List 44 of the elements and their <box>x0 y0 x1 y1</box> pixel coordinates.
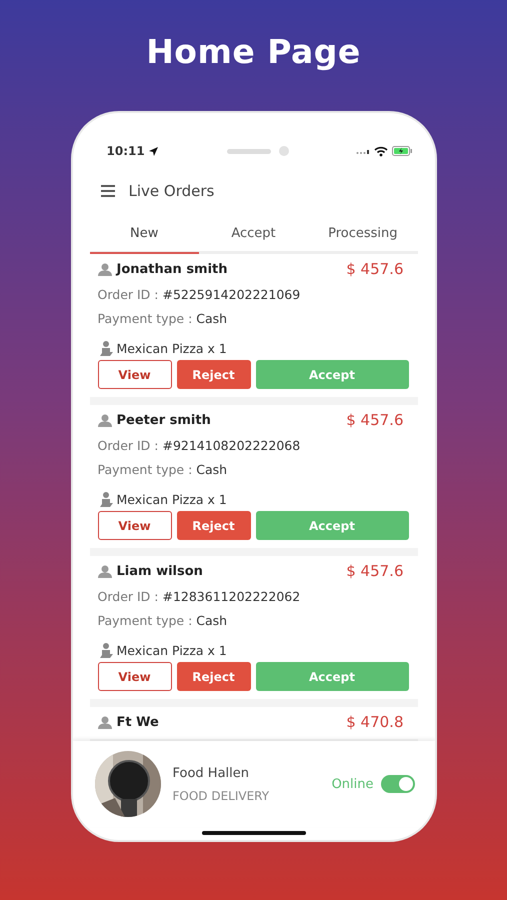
payment-type: Payment type : Cash <box>98 462 228 477</box>
store-subtitle: FOOD DELIVERY <box>172 788 270 802</box>
signal-icon <box>356 147 370 155</box>
menu-icon[interactable] <box>100 185 114 197</box>
payment-type: Payment type : Cash <box>98 613 228 628</box>
screen-title: Live Orders <box>128 182 214 200</box>
person-icon <box>98 564 112 578</box>
home-indicator-icon <box>202 831 306 835</box>
store-name: Food Hallen <box>172 766 250 780</box>
online-toggle[interactable] <box>380 775 414 793</box>
order-price: $ 457.6 <box>346 562 404 580</box>
payment-type: Payment type : Cash <box>98 311 228 326</box>
view-button[interactable]: View <box>98 360 172 389</box>
customer-name: Liam wilson <box>116 564 203 578</box>
view-button[interactable]: View <box>98 662 172 691</box>
order-item: Mexican Pizza x 1 <box>116 340 227 356</box>
camera-icon <box>278 146 289 156</box>
order-item: Mexican Pizza x 1 <box>116 642 227 658</box>
order-id: Order ID : #5225914202221069 <box>98 287 302 302</box>
order-item: Mexican Pizza x 1 <box>116 492 227 506</box>
order-price: $ 470.8 <box>346 713 404 731</box>
customer-name: Jonathan smith <box>116 262 228 276</box>
person-icon <box>98 413 112 427</box>
tab[interactable]: Processing <box>308 215 418 254</box>
online-status: Online <box>332 776 374 792</box>
person-icon <box>98 715 112 729</box>
person-icon <box>98 262 112 276</box>
tab[interactable]: Accept <box>198 215 308 254</box>
reject-button[interactable]: Reject <box>176 360 250 389</box>
page-title: Home Page <box>146 32 361 71</box>
order-id: Order ID : #9214108202222068 <box>98 438 302 453</box>
speaker-slot-icon <box>226 148 271 154</box>
customer-name: Peeter smith <box>116 412 211 428</box>
order-price: $ 457.6 <box>346 411 404 429</box>
wifi-icon <box>374 146 388 156</box>
location-arrow-icon <box>148 146 159 156</box>
order-price: $ 457.6 <box>346 260 404 278</box>
order-id: Order ID : #1283611202222062 <box>98 589 302 604</box>
reject-button[interactable]: Reject <box>176 662 250 691</box>
customer-name: Ft We <box>116 714 159 730</box>
status-time: 10:11 <box>106 144 145 158</box>
view-button[interactable]: View <box>98 511 172 540</box>
reject-button[interactable]: Reject <box>176 511 250 540</box>
battery-icon <box>392 146 412 156</box>
